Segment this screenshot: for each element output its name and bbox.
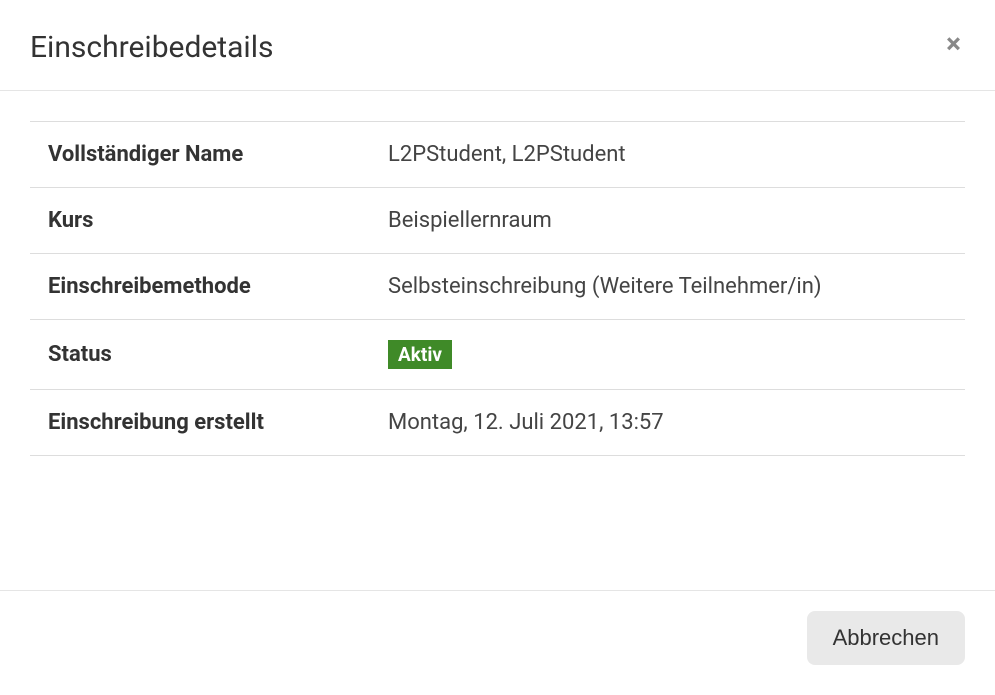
row-course: Kurs Beispiellernraum	[30, 188, 965, 254]
row-status: Status Aktiv	[30, 320, 965, 390]
label-created: Einschreibung erstellt	[30, 390, 370, 456]
value-fullname: L2PStudent, L2PStudent	[370, 122, 965, 188]
modal-footer: Abbrechen	[0, 591, 995, 695]
modal-header: Einschreibedetails ×	[0, 0, 995, 91]
detail-table: Vollständiger Name L2PStudent, L2PStuden…	[30, 121, 965, 456]
label-course: Kurs	[30, 188, 370, 254]
label-method: Einschreibemethode	[30, 254, 370, 320]
row-method: Einschreibemethode Selbsteinschreibung (…	[30, 254, 965, 320]
status-badge: Aktiv	[388, 340, 452, 369]
close-icon[interactable]: ×	[942, 30, 965, 58]
row-fullname: Vollständiger Name L2PStudent, L2PStuden…	[30, 122, 965, 188]
label-status: Status	[30, 320, 370, 390]
cancel-button[interactable]: Abbrechen	[807, 611, 965, 665]
value-course: Beispiellernraum	[370, 188, 965, 254]
enrollment-details-modal: Einschreibedetails × Vollständiger Name …	[0, 0, 995, 695]
row-created: Einschreibung erstellt Montag, 12. Juli …	[30, 390, 965, 456]
value-created: Montag, 12. Juli 2021, 13:57	[370, 390, 965, 456]
modal-body: Vollständiger Name L2PStudent, L2PStuden…	[0, 91, 995, 591]
value-method: Selbsteinschreibung (Weitere Teilnehmer/…	[370, 254, 965, 320]
value-status: Aktiv	[370, 320, 965, 390]
label-fullname: Vollständiger Name	[30, 122, 370, 188]
modal-title: Einschreibedetails	[30, 30, 274, 65]
